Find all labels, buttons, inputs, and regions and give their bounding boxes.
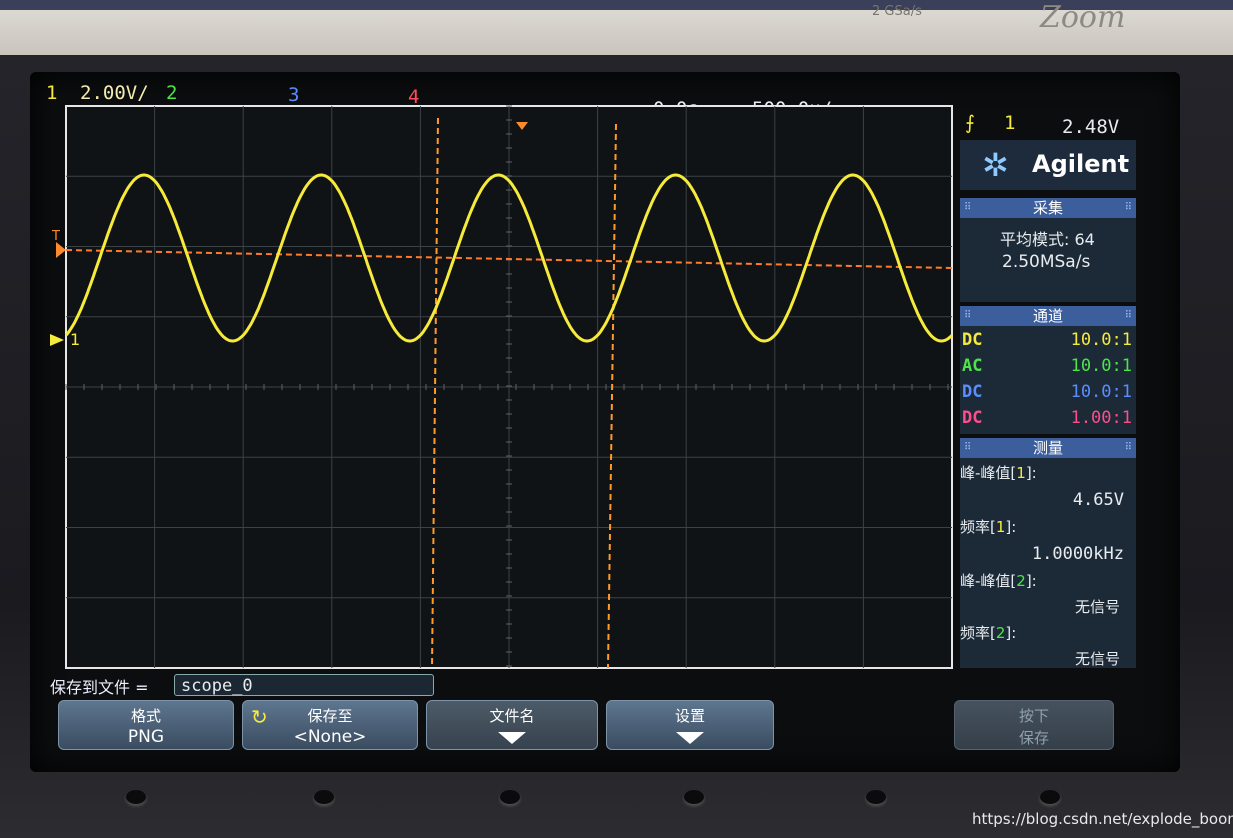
- grip-dots-icon: ⠿: [964, 202, 972, 213]
- measurement-item[interactable]: 频率[2]: 无信号: [960, 622, 1124, 670]
- measurement-value: 无信号: [1074, 650, 1120, 668]
- softkey-button-5[interactable]: [866, 790, 886, 804]
- save-to-file-label: 保存到文件 =: [50, 678, 149, 697]
- format-softkey[interactable]: 格式 PNG: [58, 700, 234, 750]
- softkey-button-4[interactable]: [684, 790, 704, 804]
- settings-softkey[interactable]: 设置: [606, 700, 774, 750]
- acquisition-rate: 2.50MSa/s: [1002, 252, 1091, 272]
- softkey-title: 保存至: [307, 707, 353, 725]
- measurement-value: 1.0000kHz: [1031, 544, 1124, 564]
- channel-row-4[interactable]: DC 1.00:1: [962, 408, 1132, 432]
- agilent-spark-icon: ✲: [982, 146, 1009, 184]
- channel-row-1[interactable]: DC 10.0:1: [962, 330, 1132, 354]
- grip-dots-icon: ⠿: [964, 310, 972, 321]
- save-to-softkey[interactable]: ↻ 保存至 <None>: [242, 700, 418, 750]
- probe-ratio: 1.00:1: [1070, 408, 1132, 428]
- coupling: DC: [962, 408, 983, 428]
- coupling: DC: [962, 382, 983, 402]
- probe-ratio: 10.0:1: [1070, 382, 1132, 402]
- graticule: [65, 105, 953, 669]
- softkey-value: 保存: [1018, 729, 1049, 747]
- grip-dots-icon: ⠿: [1124, 442, 1132, 453]
- measurement-label: 频率[1]:: [960, 518, 1017, 536]
- measurement-item[interactable]: 峰-峰值[1]: 4.65V: [960, 462, 1124, 514]
- measurement-value: 无信号: [1074, 598, 1120, 616]
- measure-title[interactable]: ⠿ 测量 ⠿: [960, 438, 1136, 458]
- softkey-value: PNG: [127, 727, 165, 747]
- filename-field[interactable]: scope_0: [174, 674, 434, 696]
- arrow-down-icon: [498, 732, 526, 744]
- trigger-level-marker-icon: [56, 242, 66, 258]
- softkey-button-3[interactable]: [500, 790, 520, 804]
- channel-row-2[interactable]: AC 10.0:1: [962, 356, 1132, 380]
- rotate-arrow-icon: ↻: [251, 705, 268, 729]
- brand-name: Agilent: [1032, 150, 1130, 178]
- softkey-button-1[interactable]: [126, 790, 146, 804]
- brand-panel: ✲ Agilent: [960, 140, 1136, 190]
- acquisition-mode: 平均模式: 64: [1000, 230, 1095, 249]
- measurement-label: 频率[2]:: [960, 624, 1017, 642]
- softkey-title: 文件名: [489, 707, 535, 725]
- measurement-item[interactable]: 频率[1]: 1.0000kHz: [960, 516, 1124, 568]
- softkey-button-2[interactable]: [314, 790, 334, 804]
- softkey-title: 格式: [130, 707, 161, 725]
- probe-ratio: 10.0:1: [1070, 356, 1132, 376]
- channel-row-3[interactable]: DC 10.0:1: [962, 382, 1132, 406]
- probe-ratio: 10.0:1: [1070, 330, 1132, 350]
- measurement-value: 4.65V: [1072, 490, 1124, 510]
- filename-softkey[interactable]: 文件名: [426, 700, 598, 750]
- coupling: DC: [962, 330, 983, 350]
- softkey-value: <None>: [293, 727, 367, 747]
- channels-title[interactable]: ⠿ 通道 ⠿: [960, 306, 1136, 326]
- measurement-label: 峰-峰值[2]:: [960, 572, 1037, 590]
- press-to-save-softkey[interactable]: 按下 保存: [954, 700, 1114, 750]
- ground-marker-icon: [50, 334, 64, 346]
- grip-dots-icon: ⠿: [1124, 202, 1132, 213]
- grip-dots-icon: ⠿: [1124, 310, 1132, 321]
- measurement-label: 峰-峰值[1]:: [960, 464, 1037, 482]
- acquisition-title[interactable]: ⠿ 采集 ⠿: [960, 198, 1136, 218]
- ground-marker: 1: [70, 330, 80, 349]
- measurement-item[interactable]: 峰-峰值[2]: 无信号: [960, 570, 1124, 622]
- grip-dots-icon: ⠿: [964, 442, 972, 453]
- softkey-button-6[interactable]: [1040, 790, 1060, 804]
- softkey-title: 设置: [674, 707, 705, 725]
- coupling: AC: [962, 356, 983, 376]
- softkey-title: 按下: [1018, 707, 1049, 725]
- arrow-down-icon: [676, 732, 704, 744]
- trigger-marker: T: [51, 229, 60, 244]
- watermark: https://blog.csdn.net/explode_boom: [972, 810, 1233, 828]
